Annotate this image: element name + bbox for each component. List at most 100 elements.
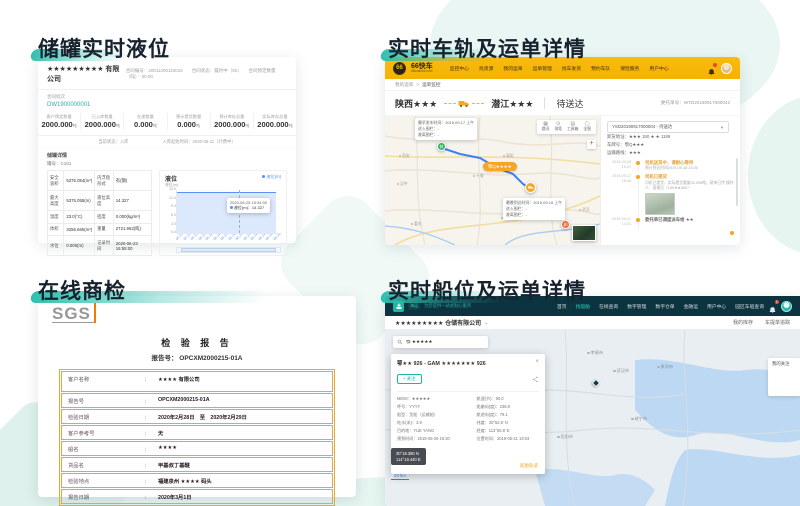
datazoom-window[interactable] xyxy=(181,248,276,252)
waybill-select[interactable]: YSD20190917000004 - 待送达 ▼ xyxy=(607,121,729,133)
waybill-field: 车牌号：鄂Q★★★ xyxy=(607,141,734,149)
map-city-label: 孝感市 xyxy=(587,350,603,356)
coordinate-line: 30°18.380 N xyxy=(396,451,421,457)
search-input[interactable] xyxy=(406,340,484,345)
quick-link[interactable]: 车提单追踪 xyxy=(765,319,790,326)
timeline-line xyxy=(638,179,639,215)
notification-bell-icon[interactable]: 1 xyxy=(768,302,777,311)
waybill-panel: YSD20190917000004 - 待送达 ▼ 卸货地址：★★★ 150 ★… xyxy=(600,116,740,245)
truck-plate-pill[interactable]: 鄂Q★★★★ xyxy=(483,162,517,171)
tank-number: 罐号：C101 xyxy=(38,159,296,167)
nav-item[interactable]: 数字管理 xyxy=(627,303,646,310)
report-row-value: 2020年3月1日 xyxy=(156,490,332,503)
report-row-value: 2020年2月28日 至 2020年2月29日 xyxy=(156,410,332,423)
nav-item[interactable]: 用户中心 xyxy=(707,303,726,310)
cell-label: 温度 xyxy=(48,211,64,224)
report-title: 检 验 报 告 xyxy=(52,336,342,349)
nav-item[interactable]: 运单管理 xyxy=(533,65,552,72)
ship-track-link[interactable]: 船舶轨迹 xyxy=(520,463,538,469)
report-row-label: 报告号 xyxy=(62,394,144,407)
close-icon[interactable]: × xyxy=(535,359,539,365)
timeline-photo-thumbnail[interactable] xyxy=(645,193,675,215)
map-zoom-in-button[interactable]: + xyxy=(587,140,596,149)
tooltip-line: 驶离围栏：- xyxy=(506,212,562,218)
nav-item[interactable]: 用户中心 xyxy=(649,65,668,72)
truck-app-card: 66 66快车 66kuaiche.com 监控中心找货源我的运单运单管理找车发… xyxy=(385,57,740,245)
follow-button[interactable]: + 关注 xyxy=(397,374,422,384)
ship-search-box[interactable] xyxy=(393,336,488,348)
truck-brand-icon: 66 xyxy=(393,62,406,75)
map-tool-label: 全图 xyxy=(583,127,591,131)
nav-item[interactable]: 在线查询 xyxy=(599,303,618,310)
cell-value: 5375.055(m) xyxy=(64,191,95,211)
notification-bell-icon[interactable] xyxy=(707,64,716,73)
cell-label: 水位 xyxy=(48,236,64,256)
tooltip-line: 最晚到达时间：2019-09-18 上午 xyxy=(506,200,562,206)
user-avatar[interactable] xyxy=(721,63,732,74)
destination-marker[interactable]: 卸 xyxy=(561,220,570,229)
route-truck-graphic xyxy=(444,99,484,108)
contract-batch: 合同批次 DW1900000001 xyxy=(38,90,296,111)
breadcrumb-separator: > xyxy=(416,82,419,87)
stat-cell: 客户预定数量 2000.000吨 xyxy=(38,113,80,130)
ship-map[interactable]: 武汉市 孝感市 黄冈市 咸宁市 岳阳市 常德市 益阳市 荆州市 鄂★★ 926 … xyxy=(385,330,800,506)
nav-item[interactable]: 数字仓单 xyxy=(655,303,674,310)
chart-datazoom-slider[interactable] xyxy=(176,247,281,253)
waybill-timeline: 2019-09-18 16:21 司机送货中，请耐心等待 预计到达时间2019-… xyxy=(607,160,734,227)
nav-item[interactable]: 预约车队 xyxy=(591,65,610,72)
report-row-colon: ： xyxy=(144,474,156,487)
breadcrumb: 我的运单 > 运单监控 xyxy=(385,79,740,91)
company-name: ★★★★★★★★★ 有限公司 xyxy=(47,64,126,84)
ship-subheader: ★★★★★★★★★ 仓储有限公司 ⌄ 我的库存 车提单追踪 xyxy=(385,316,800,330)
notification-badge xyxy=(713,63,717,67)
company-selector[interactable]: ★★★★★★★★★ 仓储有限公司 xyxy=(395,318,481,327)
map-tool[interactable]: ▦路况 xyxy=(542,122,550,132)
chart-x-axis: 06-23 17:0006-23 19:0006-23 21:0006-23 2… xyxy=(176,234,281,247)
timeline-rail xyxy=(634,160,642,172)
map-tool[interactable]: ▢全图 xyxy=(583,122,591,132)
panel-scrollbar[interactable] xyxy=(736,158,738,206)
chart-legend[interactable]: 液位(m) xyxy=(262,174,281,180)
nav-item[interactable]: 找货源 xyxy=(479,65,493,72)
y-tick: 12.0 xyxy=(165,197,176,201)
nav-item[interactable]: 园区车船查询 xyxy=(735,303,764,310)
truck-position-marker[interactable] xyxy=(525,182,536,193)
satellite-view-toggle[interactable] xyxy=(572,225,596,241)
nav-item[interactable]: 首页 xyxy=(557,303,567,310)
chevron-down-icon[interactable]: ⌄ xyxy=(484,320,488,326)
y-tick: 3.0 xyxy=(165,223,176,227)
report-row-colon: ： xyxy=(144,372,156,385)
table-row: 最大高度 5375.055(m) 液位高度 14.327 xyxy=(48,191,152,211)
start-marker[interactable]: 装 xyxy=(437,142,446,151)
tank-stats-row: 客户预定数量 2000.000吨 已入库数量 2000.000吨 在途数量 0.… xyxy=(38,111,296,136)
timeline-content: 委托单已调度派车给 ★★ xyxy=(645,217,734,227)
nav-item[interactable]: 监控中心 xyxy=(450,65,469,72)
user-avatar[interactable] xyxy=(781,301,792,312)
batch-number[interactable]: DW1900000001 xyxy=(47,102,287,108)
nav-item[interactable]: 找船舶 xyxy=(576,303,590,310)
share-icon[interactable] xyxy=(532,370,539,388)
cell-value: 0.000(m) xyxy=(64,236,95,256)
decor-dot xyxy=(730,231,734,235)
truck-map[interactable]: 西安 汉中 十堰 襄阳 荆门 宜昌 重庆 武汉 最早发车时间：2019-09-1… xyxy=(385,116,600,245)
report-row: 客户参考号 ： 无 xyxy=(61,425,333,440)
report-row: 货品名 ： 甲基叔丁基醚 xyxy=(61,457,333,472)
nav-item[interactable]: 金融运 xyxy=(684,303,698,310)
map-tool[interactable]: ⊙测距 xyxy=(554,122,562,132)
stat-value: 2000.000 xyxy=(85,120,116,129)
nav-item[interactable]: 保险服务 xyxy=(620,65,639,72)
quick-link[interactable]: 我的库存 xyxy=(733,319,753,326)
map-tool[interactable]: ▤工具箱 xyxy=(567,122,578,132)
nav-item[interactable]: 我的运单 xyxy=(503,65,522,72)
stat-value: 0.000 xyxy=(177,120,196,129)
cell-label: 重量 xyxy=(95,223,114,236)
stat-cell: 在途数量 0.000吨 xyxy=(123,113,166,130)
breadcrumb-parent[interactable]: 我的运单 xyxy=(395,82,413,88)
timeline-title: 司机已提货 xyxy=(645,174,734,180)
report-row-value: ★★★★ 有限公司 xyxy=(156,372,332,385)
attribute-right: 航速(节)：90.0 xyxy=(477,395,539,403)
nav-item[interactable]: 找车发货 xyxy=(562,65,581,72)
tank-dashboard-card: ★★★★★★★★★ 有限公司 合同编号：20011200110015 合同状态：… xyxy=(38,57,296,243)
my-follow-panel[interactable]: 我的关注 xyxy=(768,358,800,396)
level-chart: 液位 液位(m) 液位(m) 15.012.09.06.03.00.0 2020… xyxy=(159,170,287,256)
